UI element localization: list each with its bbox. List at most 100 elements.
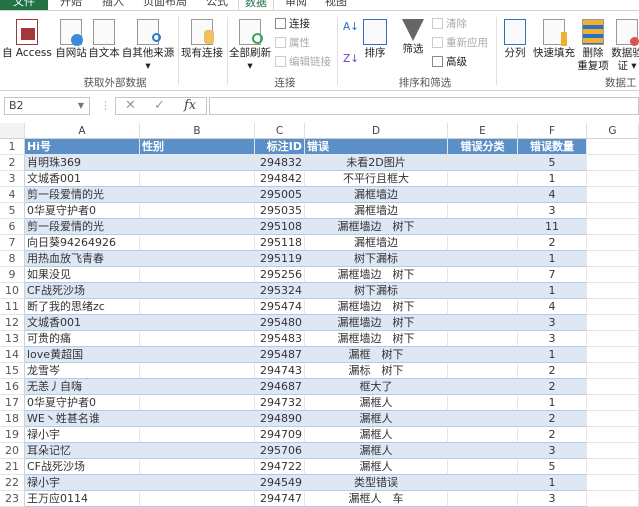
cell-error-count[interactable]: 5 [518, 155, 587, 171]
clear-filter-button[interactable]: 清除 [432, 16, 467, 32]
cell-error[interactable]: 漏框人 [305, 395, 448, 411]
column-header-c[interactable]: C [255, 123, 305, 139]
cell-gender[interactable] [140, 379, 255, 395]
row-number[interactable]: 23 [0, 491, 25, 507]
cell-label-id[interactable]: 295256 [255, 267, 305, 283]
cell-error[interactable]: 漏框墙边 树下 [305, 219, 448, 235]
cell-label-id[interactable]: 294890 [255, 411, 305, 427]
cell-g[interactable] [587, 235, 639, 251]
cell-error-count[interactable]: 3 [518, 203, 587, 219]
cell-error-category[interactable] [448, 171, 518, 187]
column-header-e[interactable]: E [448, 123, 518, 139]
cell-error-category[interactable] [448, 315, 518, 331]
cell-g[interactable] [587, 347, 639, 363]
cell-g[interactable] [587, 395, 639, 411]
cell-error-category[interactable] [448, 475, 518, 491]
cell-hi-id[interactable]: 断了我的思绪zc [25, 299, 140, 315]
cell-error-category[interactable] [448, 299, 518, 315]
cell-error[interactable]: 未看2D图片 [305, 155, 448, 171]
cell-error-count[interactable]: 7 [518, 267, 587, 283]
cell-gender[interactable] [140, 235, 255, 251]
cell-g[interactable] [587, 363, 639, 379]
cell-g[interactable] [587, 283, 639, 299]
cell-hi-id[interactable]: 用热血放飞青春 [25, 251, 140, 267]
cell-g[interactable] [587, 491, 639, 507]
cell-g[interactable] [587, 427, 639, 443]
cell-gender[interactable] [140, 331, 255, 347]
cell-g[interactable] [587, 459, 639, 475]
cell-error[interactable]: 框大了 [305, 379, 448, 395]
from-text-button[interactable]: 自文本 [88, 19, 120, 60]
row-number[interactable]: 2 [0, 155, 25, 171]
row-number[interactable]: 3 [0, 171, 25, 187]
cell-label-id[interactable]: 294842 [255, 171, 305, 187]
cell-error-category[interactable] [448, 443, 518, 459]
cell-error-count[interactable]: 3 [518, 443, 587, 459]
cell-label-id[interactable]: 294743 [255, 363, 305, 379]
cell-hi-id[interactable]: WE丶姓甚名谁 [25, 411, 140, 427]
cell-error-category[interactable] [448, 203, 518, 219]
cell-error-count[interactable]: 1 [518, 283, 587, 299]
cell-label-id[interactable]: 295324 [255, 283, 305, 299]
connections-button[interactable]: 连接 [275, 16, 310, 32]
flash-fill-button[interactable]: 快速填充 [532, 19, 576, 60]
cell-hi-id[interactable]: 文城香001 [25, 315, 140, 331]
row-number[interactable]: 8 [0, 251, 25, 267]
cell-gender[interactable] [140, 171, 255, 187]
cell-gender[interactable] [140, 411, 255, 427]
row-number[interactable]: 21 [0, 459, 25, 475]
cell-label-id[interactable]: 294709 [255, 427, 305, 443]
cell-gender[interactable] [140, 459, 255, 475]
cell-error[interactable]: 漏框人 [305, 443, 448, 459]
enter-icon[interactable]: ✓ [154, 98, 165, 114]
row-number[interactable]: 5 [0, 203, 25, 219]
cell-error-category[interactable] [448, 331, 518, 347]
advanced-filter-button[interactable]: 高级 [432, 54, 467, 70]
tab-3[interactable]: 页面布局 [134, 0, 196, 10]
cell-gender[interactable] [140, 315, 255, 331]
cell-error[interactable]: 不平行且框大 [305, 171, 448, 187]
cell-error-count[interactable]: 1 [518, 395, 587, 411]
reapply-button[interactable]: 重新应用 [432, 35, 488, 51]
cell-hi-id[interactable]: 无恙丿自嗨 [25, 379, 140, 395]
properties-button[interactable]: 属性 [275, 35, 310, 51]
cell-error-category[interactable] [448, 283, 518, 299]
cell-g[interactable] [587, 251, 639, 267]
cell-hi-id[interactable]: 王万应0114 [25, 491, 140, 507]
formula-input[interactable] [209, 97, 639, 115]
row-number[interactable]: 14 [0, 347, 25, 363]
cell-gender[interactable] [140, 283, 255, 299]
cell-error-count[interactable]: 3 [518, 491, 587, 507]
tab-7[interactable]: 视图 [316, 0, 356, 10]
cell-label-id[interactable]: 294687 [255, 379, 305, 395]
cell-error[interactable]: 树下漏标 [305, 283, 448, 299]
cell-hi-id[interactable]: 如果没见 [25, 267, 140, 283]
cell-hi-id[interactable]: 剪一段爱情的光 [25, 187, 140, 203]
cell-label-id[interactable]: 295480 [255, 315, 305, 331]
sort-asc-button[interactable]: A↓ [343, 19, 359, 35]
cell-error-count[interactable]: 4 [518, 299, 587, 315]
cell-gender[interactable] [140, 395, 255, 411]
row-number[interactable]: 17 [0, 395, 25, 411]
insert-function-icon[interactable]: fx [184, 98, 196, 114]
cell-label-id[interactable]: 294732 [255, 395, 305, 411]
column-header-a[interactable]: A [25, 123, 140, 139]
sort-button[interactable]: 排序 [360, 19, 390, 60]
row-number[interactable]: 7 [0, 235, 25, 251]
header-cell-f[interactable]: 错误数量 [518, 139, 587, 155]
cell-error-count[interactable]: 3 [518, 331, 587, 347]
cell-gender[interactable] [140, 491, 255, 507]
cell-error-category[interactable] [448, 379, 518, 395]
cell-error-count[interactable]: 1 [518, 475, 587, 491]
filter-button[interactable]: 筛选 [398, 19, 428, 56]
refresh-all-button[interactable]: 全部刷新 ▾ [229, 19, 271, 73]
cell-gender[interactable] [140, 155, 255, 171]
column-header-d[interactable]: D [305, 123, 448, 139]
name-box[interactable]: B2 ▼ [4, 97, 90, 115]
cell-error-category[interactable] [448, 219, 518, 235]
cell-g[interactable] [587, 331, 639, 347]
cell-error-category[interactable] [448, 363, 518, 379]
cell-gender[interactable] [140, 443, 255, 459]
cell-hi-id[interactable]: 禄小宇 [25, 475, 140, 491]
cell-error-category[interactable] [448, 491, 518, 507]
